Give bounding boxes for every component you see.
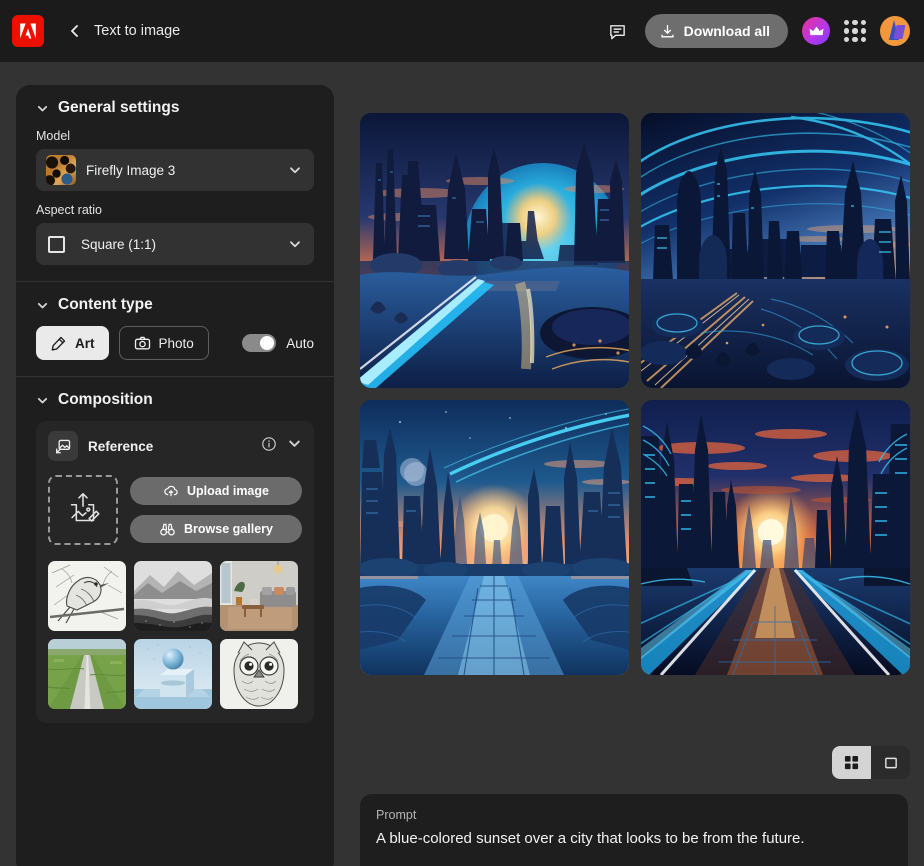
download-all-label: Download all <box>683 23 770 39</box>
aspect-ratio-label: Aspect ratio <box>36 203 103 217</box>
upload-image-label: Upload image <box>187 484 269 498</box>
adobe-logo-icon[interactable] <box>12 15 44 47</box>
single-view-icon[interactable] <box>871 746 910 779</box>
download-all-button[interactable]: Download all <box>644 14 788 48</box>
content-type-options: Art Photo Auto <box>36 326 314 360</box>
apps-grid-icon[interactable] <box>844 20 866 42</box>
chevron-down-icon <box>288 237 302 251</box>
model-select[interactable]: Firefly Image 3 <box>36 149 314 191</box>
general-settings-title: General settings <box>58 99 180 116</box>
generated-image-1[interactable] <box>360 113 629 388</box>
composition-title: Composition <box>58 391 153 408</box>
square-ratio-icon <box>48 235 65 253</box>
chevron-down-icon <box>36 394 49 407</box>
model-preview-thumbnail <box>46 155 76 185</box>
content-type-title: Content type <box>58 296 153 313</box>
model-label: Model <box>36 129 71 143</box>
back-button[interactable] <box>60 16 90 46</box>
reference-header[interactable]: Reference <box>48 431 302 461</box>
grid-view-icon[interactable] <box>832 746 871 779</box>
country-road-thumbnail[interactable] <box>48 639 126 709</box>
view-mode-toggle <box>832 746 910 779</box>
chevron-down-icon <box>36 102 49 115</box>
content-type-header[interactable]: Content type <box>36 296 314 314</box>
reference-card: Reference Upload image Browse gallery <box>36 421 314 723</box>
auto-label: Auto <box>286 335 314 351</box>
mountain-landscape-thumbnail[interactable] <box>134 561 212 631</box>
generated-image-3[interactable] <box>360 400 629 675</box>
panel-general-settings: General settings Model Firefly Image 3 A… <box>16 85 334 281</box>
content-type-art-label: Art <box>75 335 95 351</box>
image-reference-icon <box>48 431 78 461</box>
content-type-photo-button[interactable]: Photo <box>118 326 209 360</box>
browse-gallery-label: Browse gallery <box>184 522 273 536</box>
bird-sketch-thumbnail[interactable] <box>48 561 126 631</box>
panel-composition: Composition Reference Upload image Brows… <box>16 376 334 739</box>
chevron-down-icon[interactable] <box>287 436 302 456</box>
aspect-ratio-select[interactable]: Square (1:1) <box>36 223 314 265</box>
content-type-photo-label: Photo <box>158 335 194 351</box>
app-header: Text to image Download all <box>0 0 924 62</box>
auto-toggle[interactable] <box>242 334 277 352</box>
feedback-chat-icon[interactable] <box>605 18 631 44</box>
reference-gallery <box>48 561 302 709</box>
general-settings-header[interactable]: General settings <box>36 99 314 117</box>
aspect-ratio-value: Square (1:1) <box>81 236 157 252</box>
living-room-thumbnail[interactable] <box>220 561 298 631</box>
chevron-down-icon <box>288 163 302 177</box>
prompt-card: Prompt A blue-colored sunset over a city… <box>360 794 908 866</box>
settings-sidebar: General settings Model Firefly Image 3 A… <box>16 85 334 866</box>
generated-image-4[interactable] <box>641 400 910 675</box>
image-dropzone[interactable] <box>48 475 118 545</box>
panel-content-type: Content type Art Photo Auto <box>16 281 334 376</box>
browse-gallery-button[interactable]: Browse gallery <box>130 515 302 543</box>
model-value: Firefly Image 3 <box>86 162 176 178</box>
reference-title: Reference <box>88 438 154 454</box>
owl-illustration-thumbnail[interactable] <box>220 639 298 709</box>
composition-header[interactable]: Composition <box>36 391 314 409</box>
header-actions: Download all <box>605 14 910 48</box>
results-grid <box>360 113 910 675</box>
sphere-cube-thumbnail[interactable] <box>134 639 212 709</box>
chevron-down-icon <box>36 299 49 312</box>
prompt-label: Prompt <box>376 808 417 822</box>
prompt-input[interactable]: A blue-colored sunset over a city that l… <box>376 830 892 847</box>
reference-buttons: Upload image Browse gallery <box>130 477 302 543</box>
upload-image-button[interactable]: Upload image <box>130 477 302 505</box>
page-body: General settings Model Firefly Image 3 A… <box>0 62 924 866</box>
avatar[interactable] <box>880 16 910 46</box>
page-title: Text to image <box>94 23 181 39</box>
crown-icon[interactable] <box>802 17 830 45</box>
info-circle-icon[interactable] <box>261 436 277 457</box>
content-type-art-button[interactable]: Art <box>36 326 109 360</box>
generated-image-2[interactable] <box>641 113 910 388</box>
reference-upload-row: Upload image Browse gallery <box>48 475 302 545</box>
